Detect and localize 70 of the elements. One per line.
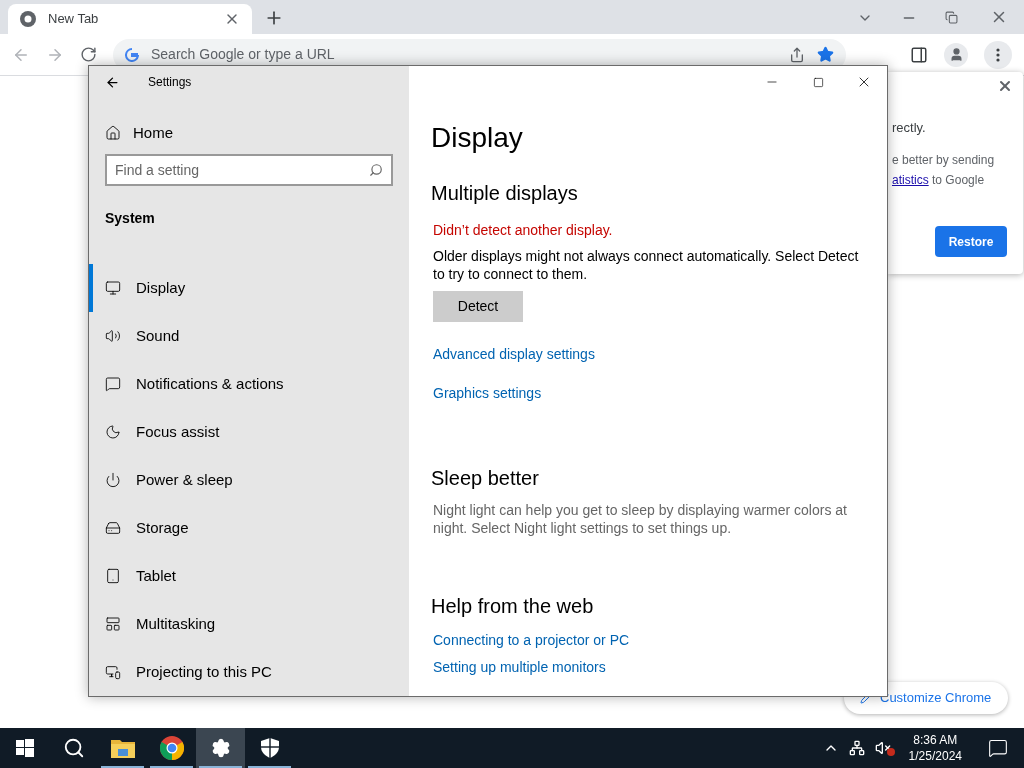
search-icon: [369, 163, 383, 177]
settings-link[interactable]: Advanced display settings: [433, 345, 595, 364]
sidebar-item[interactable]: Power & sleep: [89, 456, 409, 504]
close-icon[interactable]: [997, 78, 1013, 94]
windows-logo-icon: [15, 739, 34, 757]
window-title: Settings: [148, 74, 192, 91]
tablet-icon: [105, 568, 121, 584]
focus-icon: [105, 424, 121, 440]
description-text: Older displays might not always connect automatically. Select Detect to try to connect to them.: [433, 247, 860, 283]
sidebar-item[interactable]: Multitasking: [89, 600, 409, 648]
section-title: System: [104, 209, 156, 228]
home-item[interactable]: Home: [89, 122, 409, 144]
storage-icon: [105, 520, 121, 536]
tab-title: New Tab: [48, 10, 100, 29]
home-icon: [105, 125, 121, 141]
sidebar-item[interactable]: Projecting to this PC: [89, 648, 409, 696]
shield-icon: [260, 738, 279, 758]
sidebar-item[interactable]: Storage: [89, 504, 409, 552]
sidebar-item[interactable]: Sound: [89, 312, 409, 360]
share-icon[interactable]: [789, 46, 805, 63]
notification-icon[interactable]: [988, 738, 1008, 758]
error-message: Didn’t detect another display.: [433, 221, 614, 240]
restore-button[interactable]: Restore: [935, 226, 1007, 257]
help-link[interactable]: Setting up multiple monitors: [433, 658, 606, 677]
page-title: Display: [431, 121, 524, 155]
statistics-link[interactable]: atistics: [892, 173, 929, 187]
muted-badge-icon: [886, 748, 895, 756]
person-icon: [948, 47, 964, 62]
multitasking-icon: [105, 616, 121, 632]
chrome-logo-icon: [159, 736, 184, 760]
notifications-icon: [105, 376, 121, 392]
menu-button[interactable]: [984, 40, 1012, 69]
popup-text: e better by sending: [892, 152, 996, 169]
back-icon[interactable]: [105, 74, 120, 90]
search-input[interactable]: Find a setting: [115, 159, 369, 181]
search-field[interactable]: Find a setting: [105, 154, 393, 186]
search-icon: [62, 737, 85, 759]
restore-icon[interactable]: [945, 11, 958, 24]
display-icon: [105, 280, 121, 296]
clock[interactable]: 8:36 AM 1/25/2024: [900, 732, 970, 764]
google-logo-icon: [125, 47, 139, 62]
power-icon: [105, 472, 121, 488]
taskbar-button[interactable]: [196, 728, 245, 768]
sidebar-item[interactable]: Display: [89, 264, 409, 312]
chrome-tab-icon: [20, 11, 36, 27]
network-icon[interactable]: [848, 740, 865, 756]
section-heading: Help from the web: [431, 594, 595, 619]
description-text: Night light can help you get to sleep by displaying warmer colors at night. Select Night light settings to set things up.: [433, 501, 848, 537]
sidebar-item[interactable]: Notifications & actions: [89, 360, 409, 408]
settings-link[interactable]: Graphics settings: [433, 384, 542, 403]
more-icon: [996, 47, 1000, 62]
reload-icon[interactable]: [80, 46, 97, 63]
address-input[interactable]: Search Google or type a URL: [151, 44, 777, 65]
browser-tab[interactable]: New Tab: [8, 4, 252, 34]
folder-icon: [110, 738, 135, 758]
detect-button[interactable]: Detect: [433, 291, 523, 322]
muted-speaker-icon: [874, 740, 891, 756]
section-heading: Sleep better: [431, 466, 540, 491]
projecting-icon: [105, 664, 121, 680]
popup-text: rectly.: [892, 119, 927, 137]
sidebar-item[interactable]: Focus assist: [89, 408, 409, 456]
section-heading: Multiple displays: [431, 181, 579, 206]
popup-text: to Google: [932, 173, 985, 187]
sound-icon: [105, 328, 121, 344]
side-panel-icon[interactable]: [910, 45, 928, 64]
profile-avatar[interactable]: [944, 42, 968, 67]
bookmark-star-icon[interactable]: [817, 46, 834, 63]
help-link[interactable]: Connecting to a projector or PC: [433, 631, 630, 650]
sidebar-item[interactable]: Tablet: [89, 552, 409, 600]
maximize-icon: [812, 76, 824, 88]
